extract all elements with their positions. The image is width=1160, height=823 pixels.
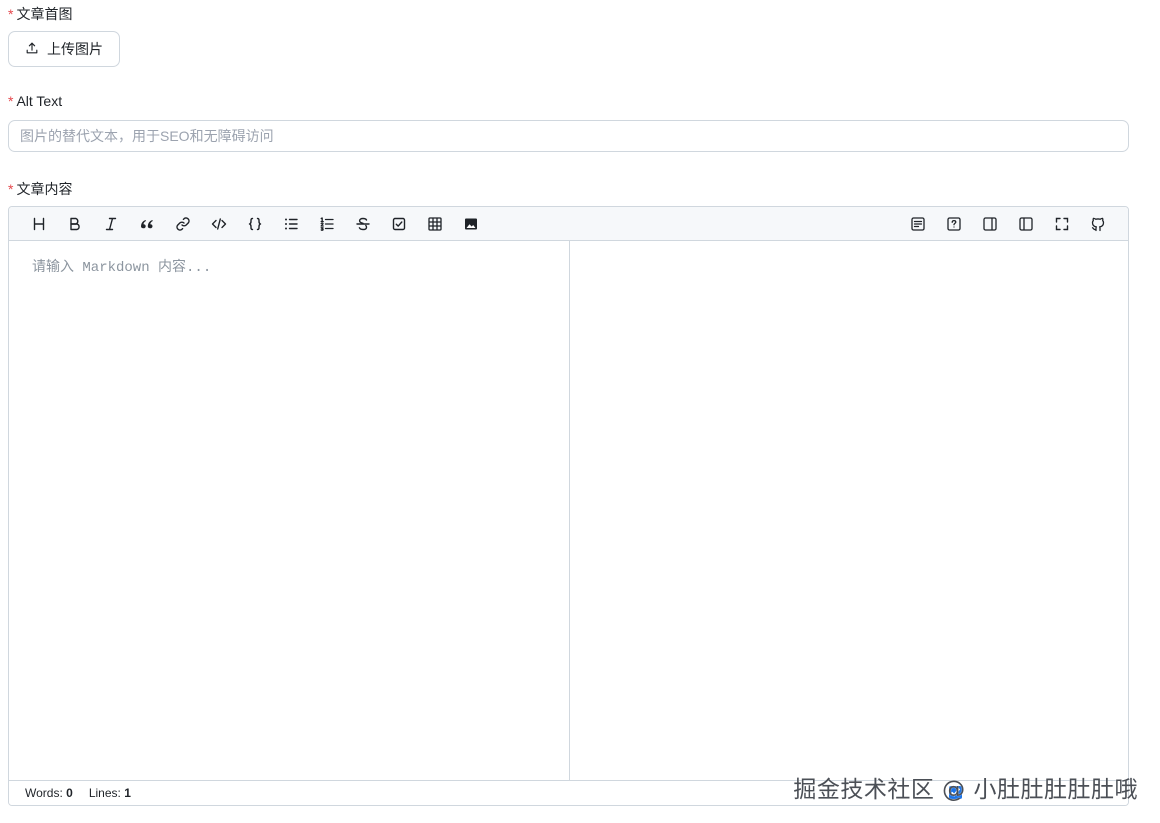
alt-label: * Alt Text xyxy=(8,93,62,109)
github-icon[interactable] xyxy=(1086,212,1110,236)
link-icon[interactable] xyxy=(171,212,195,236)
strikethrough-icon[interactable] xyxy=(351,212,375,236)
fullscreen-icon[interactable] xyxy=(1050,212,1074,236)
line-count-value: 1 xyxy=(124,786,131,800)
upload-image-button[interactable]: 上传图片 xyxy=(8,31,120,67)
quote-icon[interactable] xyxy=(135,212,159,236)
upload-button-label: 上传图片 xyxy=(47,41,103,57)
italic-icon[interactable] xyxy=(99,212,123,236)
preview-only-icon[interactable] xyxy=(978,212,1002,236)
markdown-editor: Words: 0 Lines: 1 xyxy=(8,206,1129,806)
line-count: Lines: 1 xyxy=(89,786,131,800)
code-icon[interactable] xyxy=(207,212,231,236)
heading-icon[interactable] xyxy=(27,212,51,236)
cover-label-text: 文章首图 xyxy=(16,6,73,22)
scroll-sync-checkbox[interactable] xyxy=(949,786,962,799)
scroll-sync xyxy=(949,786,962,799)
markdown-input-pane xyxy=(9,241,570,780)
markdown-textarea[interactable] xyxy=(9,241,569,780)
required-mark: * xyxy=(8,181,14,197)
word-count: Words: 0 xyxy=(25,786,73,800)
markdown-preview-pane xyxy=(570,241,1128,780)
required-mark: * xyxy=(8,6,14,22)
alt-text-input[interactable] xyxy=(8,120,1129,152)
task-list-icon[interactable] xyxy=(387,212,411,236)
word-count-label: Words: xyxy=(25,786,63,800)
editor-toolbar xyxy=(9,207,1128,241)
table-icon[interactable] xyxy=(423,212,447,236)
unordered-list-icon[interactable] xyxy=(279,212,303,236)
alt-label-text: Alt Text xyxy=(16,93,63,109)
code-block-icon[interactable] xyxy=(243,212,267,236)
line-count-label: Lines: xyxy=(88,786,121,800)
required-mark: * xyxy=(8,93,14,109)
content-label: * 文章内容 xyxy=(8,179,72,199)
bold-icon[interactable] xyxy=(63,212,87,236)
editor-statusbar: Words: 0 Lines: 1 xyxy=(9,780,1128,805)
help-icon[interactable] xyxy=(942,212,966,236)
upload-icon xyxy=(25,41,39,58)
word-count-value: 0 xyxy=(66,786,73,800)
editor-only-icon[interactable] xyxy=(1014,212,1038,236)
write-icon[interactable] xyxy=(906,212,930,236)
cover-label: * 文章首图 xyxy=(8,4,72,24)
image-icon[interactable] xyxy=(459,212,483,236)
ordered-list-icon[interactable] xyxy=(315,212,339,236)
content-label-text: 文章内容 xyxy=(16,181,73,197)
